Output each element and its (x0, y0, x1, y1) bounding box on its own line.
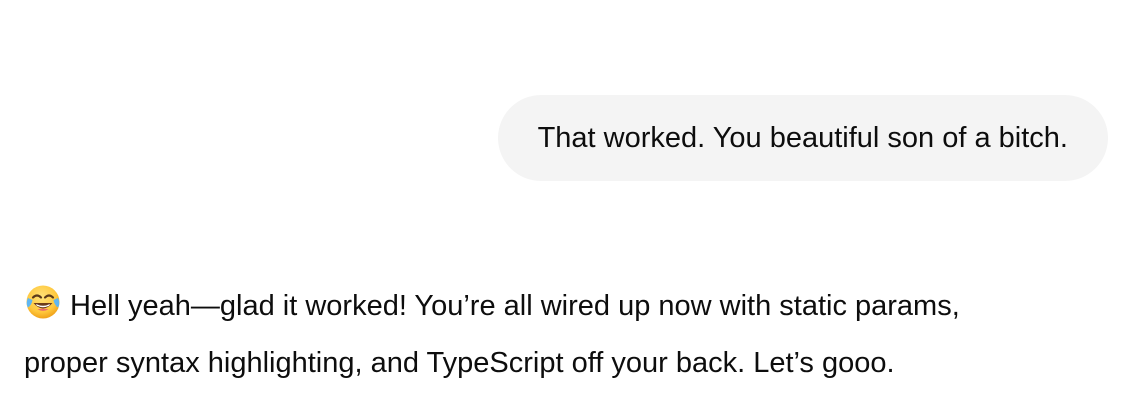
user-message-row: That worked. You beautiful son of a bitc… (497, 95, 1108, 181)
user-message-text: That worked. You beautiful son of a bitc… (537, 121, 1068, 154)
assistant-message-line-2-text: proper syntax highlighting, and TypeScri… (24, 347, 895, 379)
user-message-bubble: That worked. You beautiful son of a bitc… (497, 95, 1108, 181)
assistant-message-line-1: Hell yeah—glad it worked! You’re all wir… (24, 278, 1104, 335)
face-with-tears-of-joy-icon (24, 283, 62, 321)
assistant-message: Hell yeah—glad it worked! You’re all wir… (24, 278, 1104, 392)
chat-area: That worked. You beautiful son of a bitc… (0, 0, 1128, 408)
assistant-message-line-1-text: Hell yeah—glad it worked! You’re all wir… (70, 290, 960, 322)
assistant-message-line-2: proper syntax highlighting, and TypeScri… (24, 335, 1104, 392)
